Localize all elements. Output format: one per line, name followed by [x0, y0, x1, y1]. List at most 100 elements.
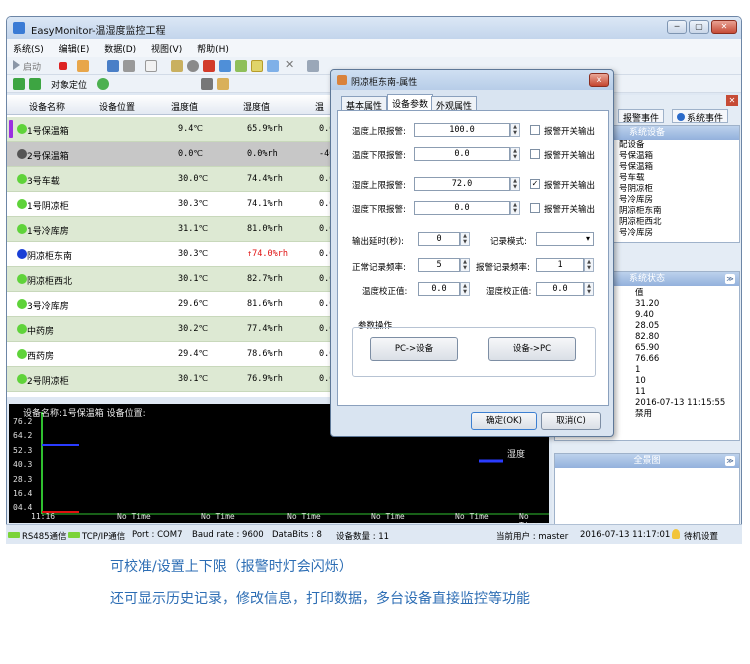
normal-freq-input[interactable]: 5 [418, 258, 460, 272]
table-row[interactable]: 西药房 29.4℃ 78.6%rh 0.0 [7, 342, 337, 367]
refresh-icon[interactable] [97, 78, 109, 90]
save-icon[interactable] [107, 60, 119, 72]
header-humidity[interactable]: 湿度值 [243, 100, 270, 113]
menu-help[interactable]: 帮助(H) [191, 39, 235, 58]
find-icon[interactable] [201, 78, 213, 90]
hum-upper-input[interactable]: 72.0 [414, 177, 510, 191]
hum-calib-input[interactable]: 0.0 [536, 282, 584, 296]
tab-system-events[interactable]: 系统事件 [672, 109, 729, 124]
first-icon[interactable] [13, 78, 25, 90]
table-row[interactable]: 中药房 30.2℃ 77.4%rh 0.0 [7, 317, 337, 342]
align-left-icon[interactable] [307, 60, 319, 72]
menu-data[interactable]: 数据(D) [98, 39, 142, 58]
table-row[interactable]: 3号车载 30.0℃ 74.4%rh 0.0 [7, 167, 337, 192]
header-device-name[interactable]: 设备名称 [29, 100, 65, 113]
tab-basic-properties[interactable]: 基本属性 [341, 96, 388, 112]
stop-icon[interactable] [59, 62, 67, 70]
table-row[interactable]: 2号保温箱 0.0℃ 0.0%rh -40 [7, 142, 337, 167]
y-tick: 28.3 [13, 475, 33, 484]
cancel-button[interactable]: 取消(C) [541, 412, 601, 430]
record-mode-select[interactable]: ▾ [536, 232, 594, 246]
hum-upper-switch-checkbox[interactable]: ✓ [530, 179, 540, 189]
last-icon[interactable] [29, 78, 41, 90]
device-name: 1号冷库房 [27, 227, 69, 237]
tab-alarm-events[interactable]: 报警事件 [618, 109, 665, 124]
chart-icon[interactable] [219, 60, 231, 72]
temp-lower-input[interactable]: 0.0 [414, 147, 510, 161]
tab-device-parameters[interactable]: 设备参数 [387, 94, 434, 111]
chart-info: 设备名称:1号保温箱 设备位置: [23, 409, 146, 419]
edit-icon[interactable] [217, 78, 229, 90]
output-delay-input[interactable]: 0 [418, 232, 460, 246]
tab-appearance[interactable]: 外观属性 [431, 96, 478, 112]
minimize-button[interactable]: ─ [667, 20, 687, 34]
status-datetime: 2016-07-13 11:17:01 [580, 530, 671, 540]
chart-legend-humidity: 湿度 [507, 450, 526, 460]
table-row[interactable]: 阴凉柜西北 30.1℃ 82.7%rh 0.0 [7, 267, 337, 292]
header-temperature[interactable]: 温度值 [171, 100, 198, 113]
output-delay-spinner[interactable]: ▲ ▼ [460, 232, 470, 246]
status-indicator-icon [17, 324, 27, 334]
temp-upper-input[interactable]: 100.0 [414, 123, 510, 137]
temp-calib-input[interactable]: 0.0 [418, 282, 460, 296]
status-mode[interactable]: 待机设置 [684, 530, 718, 542]
status-rs485: RS485通信 [22, 532, 67, 542]
menu-edit[interactable]: 编辑(E) [53, 39, 96, 58]
calendar-icon[interactable] [235, 60, 247, 72]
user-icon[interactable] [77, 60, 89, 72]
hum-lower-spinner[interactable]: ▲ ▼ [510, 201, 520, 215]
hum-lower-input[interactable]: 0.0 [414, 201, 510, 215]
alarm-freq-label: 报警记录频率: [476, 263, 530, 273]
temperature-value: 29.6℃ [178, 299, 209, 309]
header-extra[interactable]: 温 [315, 100, 324, 113]
temp-lower-spinner[interactable]: ▲ ▼ [510, 147, 520, 161]
maximize-button[interactable]: ▢ [689, 20, 709, 34]
start-button[interactable]: 启动 [23, 60, 41, 73]
header-device-location[interactable]: 设备位置 [99, 100, 135, 113]
gear-icon[interactable] [187, 60, 199, 72]
delete-icon[interactable]: ✕ [285, 58, 297, 71]
menu-bar: 系统(S) 编辑(E) 数据(D) 视图(V) 帮助(H) [7, 39, 741, 57]
alarm-freq-spinner[interactable]: ▲ ▼ [584, 258, 594, 272]
hum-calib-spinner[interactable]: ▲ ▼ [584, 282, 594, 296]
dialog-close-button[interactable]: x [589, 73, 609, 87]
search-icon[interactable] [171, 60, 183, 72]
print-icon[interactable] [123, 60, 135, 72]
close-button[interactable]: ✕ [711, 20, 737, 34]
collapse-icon[interactable]: ≫ [725, 274, 735, 284]
collapse-icon[interactable]: ≫ [725, 456, 735, 466]
pc-to-device-button[interactable]: PC->设备 [370, 337, 458, 361]
panorama-title: 全景图 ≫ [555, 454, 739, 468]
table-row[interactable]: 2号阴凉柜 30.1℃ 76.9%rh 0.0 [7, 367, 337, 392]
device-list: 设备名称 设备位置 温度值 湿度值 温 1号保温箱 9.4℃ 65.9%rh 0.0 2… [7, 95, 337, 397]
hum-lower-switch-checkbox[interactable] [530, 203, 540, 213]
status-baud: Baud rate : 9600 [192, 530, 264, 540]
table-row[interactable]: 阴凉柜东南 30.3℃ ↑74.0%rh 0.0 [7, 242, 337, 267]
table-row[interactable]: 1号阴凉柜 30.3℃ 74.1%rh 0.0 [7, 192, 337, 217]
play-icon[interactable] [13, 60, 20, 70]
window-icon[interactable] [267, 60, 279, 72]
temp-upper-switch-checkbox[interactable] [530, 125, 540, 135]
temp-calib-spinner[interactable]: ▲ ▼ [460, 282, 470, 296]
new-icon[interactable] [145, 60, 157, 72]
locate-button[interactable]: 对象定位 [51, 78, 87, 91]
status-indicator-icon [17, 174, 27, 184]
grid-icon[interactable] [251, 60, 263, 72]
panel-close-icon[interactable]: ✕ [726, 95, 738, 106]
table-row[interactable]: 1号冷库房 31.1℃ 81.0%rh 0.0 [7, 217, 337, 242]
table-row[interactable]: 1号保温箱 9.4℃ 65.9%rh 0.0 [7, 117, 337, 142]
table-row[interactable]: 3号冷库房 29.6℃ 81.6%rh 0.0 [7, 292, 337, 317]
normal-freq-spinner[interactable]: ▲ ▼ [460, 258, 470, 272]
temp-lower-switch-checkbox[interactable] [530, 149, 540, 159]
menu-view[interactable]: 视图(V) [145, 39, 188, 58]
device-to-pc-button[interactable]: 设备->PC [488, 337, 576, 361]
alarm-freq-input[interactable]: 1 [536, 258, 584, 272]
temp-upper-spinner[interactable]: ▲ ▼ [510, 123, 520, 137]
menu-system[interactable]: 系统(S) [7, 39, 50, 58]
ok-button[interactable]: 确定(OK) [471, 412, 537, 430]
chevron-down-icon: ▾ [585, 234, 590, 243]
output-delay-label: 输出延时(秒): [352, 237, 404, 247]
hum-upper-spinner[interactable]: ▲ ▼ [510, 177, 520, 191]
flag-icon[interactable] [203, 60, 215, 72]
bulb-icon [672, 529, 680, 539]
